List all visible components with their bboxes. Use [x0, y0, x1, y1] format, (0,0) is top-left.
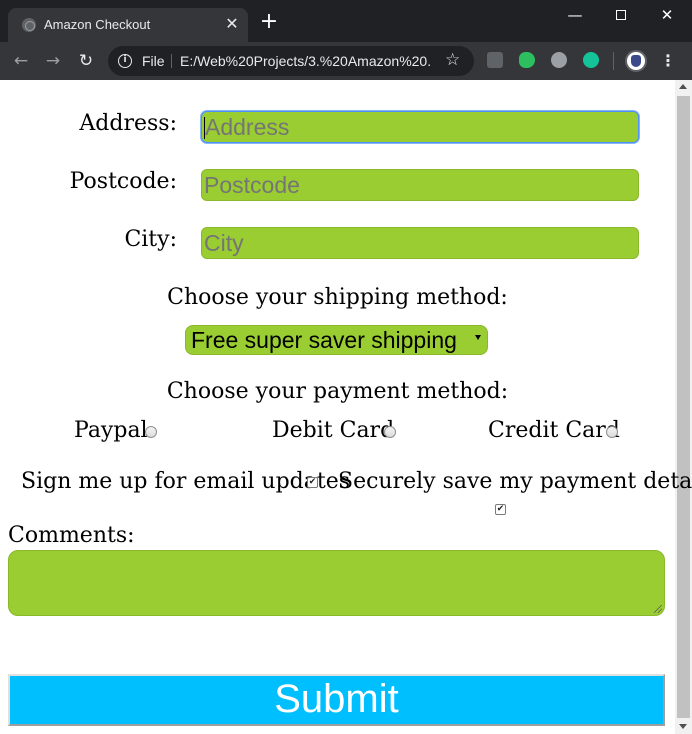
- kebab-menu-icon[interactable]: ⋮: [660, 51, 676, 71]
- email-updates-label: Sign me up for email updates: [21, 469, 351, 494]
- payment-option-credit-label: Credit Card: [488, 418, 620, 443]
- shipping-selected-value: Free super saver shipping: [191, 327, 457, 353]
- page-scrollbar[interactable]: [675, 80, 692, 734]
- postcode-label: Postcode:: [69, 169, 177, 194]
- payment-radio-credit-card[interactable]: [606, 426, 618, 438]
- postcode-placeholder: Postcode: [204, 172, 300, 198]
- save-payment-checkbox[interactable]: ✔: [495, 504, 506, 515]
- extension-keeper-icon[interactable]: [487, 52, 503, 68]
- maximize-icon: [616, 10, 626, 20]
- evernote-icon[interactable]: [519, 52, 535, 68]
- city-placeholder: City: [204, 230, 244, 256]
- forward-arrow-icon[interactable]: →: [42, 50, 64, 72]
- shipping-method-prompt: Choose your shipping method:: [167, 285, 508, 310]
- scroll-up-arrow-icon[interactable]: [679, 84, 687, 89]
- browser-tab-strip: Amazon Checkout ✕ + — ✕: [0, 0, 692, 42]
- payment-method-prompt: Choose your payment method:: [166, 379, 509, 404]
- resize-handle-icon[interactable]: [654, 605, 662, 613]
- grammarly-icon[interactable]: [583, 52, 599, 68]
- reload-icon[interactable]: ↻: [75, 50, 97, 72]
- back-arrow-icon[interactable]: ←: [10, 50, 32, 72]
- comments-label: Comments:: [8, 523, 135, 548]
- scroll-down-arrow-icon[interactable]: [679, 724, 687, 729]
- bookmark-star-icon[interactable]: ☆: [445, 50, 460, 70]
- address-placeholder: Address: [205, 114, 290, 140]
- browser-tab[interactable]: Amazon Checkout ✕: [8, 8, 248, 42]
- url-text[interactable]: E:/Web%20Projects/3.%20Amazon%20...: [180, 53, 432, 69]
- submit-button[interactable]: Submit: [8, 674, 665, 726]
- close-tab-icon[interactable]: ✕: [224, 14, 240, 34]
- postcode-input[interactable]: Postcode: [201, 169, 639, 201]
- pinterest-icon[interactable]: [551, 52, 567, 68]
- city-input[interactable]: City: [201, 227, 639, 259]
- browser-toolbar: ← → ↻ i File E:/Web%20Projects/3.%20Amaz…: [0, 42, 692, 80]
- maximize-button[interactable]: [598, 0, 644, 30]
- payment-option-debit-label: Debit Card: [272, 418, 395, 443]
- payment-radio-debit-card[interactable]: [384, 426, 396, 438]
- address-bar[interactable]: i File E:/Web%20Projects/3.%20Amazon%20.…: [108, 46, 474, 76]
- info-icon[interactable]: i: [118, 54, 132, 68]
- minimize-button[interactable]: —: [552, 0, 598, 30]
- tab-title: Amazon Checkout: [44, 17, 151, 32]
- omnibox-divider: [171, 54, 172, 68]
- save-payment-label: Securely save my payment details: [338, 469, 692, 494]
- payment-radio-paypal[interactable]: [145, 426, 157, 438]
- toolbar-divider: [613, 52, 614, 70]
- scrollbar-thumb[interactable]: [677, 96, 690, 718]
- city-label: City:: [124, 227, 177, 252]
- address-input[interactable]: Address: [201, 111, 639, 143]
- globe-icon: [22, 18, 36, 32]
- email-updates-checkbox[interactable]: ✔: [307, 477, 318, 488]
- new-tab-button[interactable]: +: [259, 11, 279, 33]
- url-scheme: File: [142, 53, 165, 69]
- close-window-button[interactable]: ✕: [644, 0, 690, 30]
- payment-option-paypal-label: Paypal: [74, 418, 148, 443]
- comments-textarea[interactable]: [8, 550, 665, 616]
- dropdown-arrow-icon: [475, 335, 481, 340]
- shipping-method-select[interactable]: Free super saver shipping: [185, 325, 488, 355]
- profile-avatar[interactable]: [625, 50, 647, 72]
- address-label: Address:: [79, 111, 177, 136]
